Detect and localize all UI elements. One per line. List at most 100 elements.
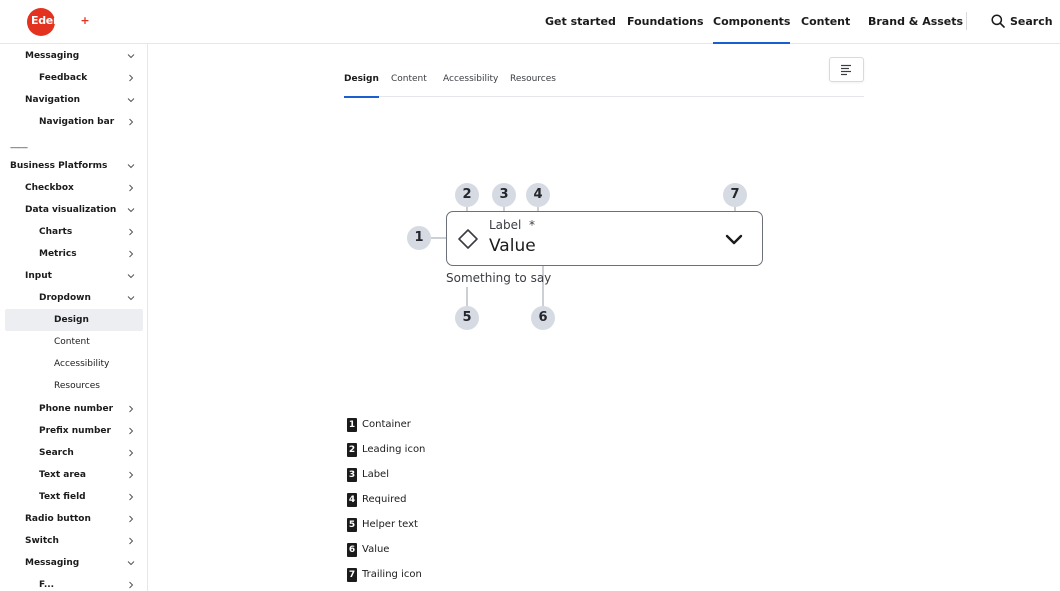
sidebar-item-label: Business Platforms [10, 161, 108, 171]
chevron-right-icon [129, 471, 134, 479]
diamond-icon [458, 229, 478, 249]
chevron-right-icon [129, 537, 134, 545]
sidebar-item-metrics[interactable]: Metrics [5, 243, 143, 265]
sidebar-nav: --------- Messaging Feedback Navigation Nav… [0, 44, 148, 591]
chevron-right-icon [129, 118, 134, 126]
legend-text: Required [362, 494, 407, 505]
legend-number: 6 [347, 542, 357, 557]
chevron-down-icon [127, 54, 135, 59]
legend-number: 2 [347, 442, 357, 457]
legend-text: Value [362, 544, 390, 555]
tab-resources[interactable]: Resources [510, 64, 556, 97]
sidebar-item-label: Radio button [25, 514, 91, 524]
sidebar-item-label: Phone number [39, 404, 114, 414]
nav-content[interactable]: Content [801, 0, 850, 44]
legend-text: Trailing icon [362, 569, 422, 580]
sidebar-item-checkbox[interactable]: Checkbox [5, 177, 143, 199]
sidebar-item-label: Text field [39, 492, 86, 502]
sidebar-item-label: Dropdown [39, 293, 91, 303]
sidebar-item-design[interactable]: Design [5, 309, 143, 331]
anatomy-legend: 1 Container 2 Leading icon 3 Label 4 Required 5 H… [347, 412, 647, 587]
legend-item: 5 Helper text [347, 512, 647, 537]
legend-number: 3 [347, 467, 357, 482]
sidebar-item-label: Switch [25, 536, 59, 546]
sidebar-item-accessibility[interactable]: Accessibility [5, 353, 143, 375]
sidebar-item-label: Checkbox [25, 183, 74, 193]
chevron-down-icon [725, 234, 743, 245]
edenred-logo[interactable]: Edenred+ [27, 8, 90, 36]
sidebar-separator: --------- [10, 143, 28, 152]
legend-item: 6 Value [347, 537, 647, 562]
legend-item: 3 Label [347, 462, 647, 487]
callout-badge-3: 3 [492, 183, 516, 207]
nav-components[interactable]: Components [713, 0, 791, 44]
sidebar-item-switch[interactable]: Switch [5, 530, 143, 552]
sidebar-item-feedback[interactable]: Feedback [5, 67, 143, 89]
sidebar-item-resources[interactable]: Resources [5, 375, 143, 397]
sidebar-item-input[interactable]: Input [5, 265, 143, 287]
nav-get-started[interactable]: Get started [545, 0, 616, 44]
legend-item: 1 Container [347, 412, 647, 437]
sidebar-item-label: Navigation bar [39, 117, 115, 127]
sidebar-item-label: Design [54, 315, 89, 325]
required-mark: * [529, 218, 536, 232]
callout-badge-5: 5 [455, 306, 479, 330]
chevron-down-icon [127, 208, 135, 213]
sidebar-item-label: Accessibility [54, 359, 110, 369]
chevron-right-icon [129, 515, 134, 523]
sidebar-item-messaging[interactable]: Messaging [5, 552, 143, 574]
sidebar-item-label: Input [25, 271, 52, 281]
nav-brand-assets[interactable]: Brand & Assets [868, 0, 963, 44]
chevron-down-icon [127, 274, 135, 279]
sidebar-item-phone-number[interactable]: Phone number [5, 398, 143, 420]
chevron-right-icon [129, 228, 134, 236]
legend-text: Label [362, 469, 389, 480]
sidebar-item-label: Search [39, 448, 74, 458]
search-button[interactable]: Search [991, 12, 1053, 30]
legend-text: Container [362, 419, 411, 430]
sidebar-item-f[interactable]: F... [5, 574, 143, 591]
sidebar-item-label: Text area [39, 470, 86, 480]
sidebar-item-content[interactable]: Content [5, 331, 143, 353]
sidebar-item-text-area[interactable]: Text area [5, 464, 143, 486]
sidebar-item-label: Charts [39, 227, 73, 237]
chevron-right-icon [129, 449, 134, 457]
tab-content[interactable]: Content [391, 64, 427, 97]
dropdown-value: Value [489, 236, 536, 256]
callout-badge-6: 6 [531, 306, 555, 330]
sidebar-item-search[interactable]: Search [5, 442, 143, 464]
search-icon [991, 14, 1005, 28]
sidebar-item-prefix-number[interactable]: Prefix number [5, 420, 143, 442]
sidebar-item-charts[interactable]: Charts [5, 221, 143, 243]
chevron-right-icon [129, 184, 134, 192]
sidebar-item-navigation-bar[interactable]: Navigation bar [5, 111, 143, 133]
chevron-down-icon [127, 98, 135, 103]
sidebar-item-business-platforms[interactable]: Business Platforms [5, 155, 143, 177]
table-of-contents-button[interactable] [829, 57, 864, 82]
chevron-right-icon [129, 427, 134, 435]
legend-text: Leading icon [362, 444, 426, 455]
sidebar-item-label: F... [39, 580, 55, 590]
sidebar-item-label: Data visualization [25, 205, 117, 215]
dropdown-anatomy-diagram: Label * Value Something to say 1 2 3 4 5… [400, 180, 780, 340]
sidebar-item-text-field[interactable]: Text field [5, 486, 143, 508]
sidebar-item-label: Resources [54, 381, 100, 391]
sidebar-item-label: Content [54, 337, 90, 347]
nav-foundations[interactable]: Foundations [627, 0, 704, 44]
chevron-right-icon [129, 250, 134, 258]
legend-item: 2 Leading icon [347, 437, 647, 462]
top-header: Edenred+ Get started Foundations Compone… [0, 0, 1060, 44]
sidebar-item-navigation[interactable]: Navigation [5, 89, 143, 111]
logo-wordmark: Edenred+ [31, 14, 90, 27]
sidebar-item-dropdown[interactable]: Dropdown [5, 287, 143, 309]
legend-text: Helper text [362, 519, 418, 530]
sidebar-item-data-visualization[interactable]: Data visualization [5, 199, 143, 221]
chevron-down-icon [127, 296, 135, 301]
sidebar-item-radio-button[interactable]: Radio button [5, 508, 143, 530]
legend-number: 4 [347, 492, 357, 507]
tab-accessibility[interactable]: Accessibility [443, 64, 498, 97]
page-tabs: Design Content Accessibility Resources [344, 64, 864, 98]
callout-badge-2: 2 [455, 183, 479, 207]
tab-design[interactable]: Design [344, 64, 379, 98]
sidebar-item-messaging[interactable]: Messaging [5, 45, 143, 67]
